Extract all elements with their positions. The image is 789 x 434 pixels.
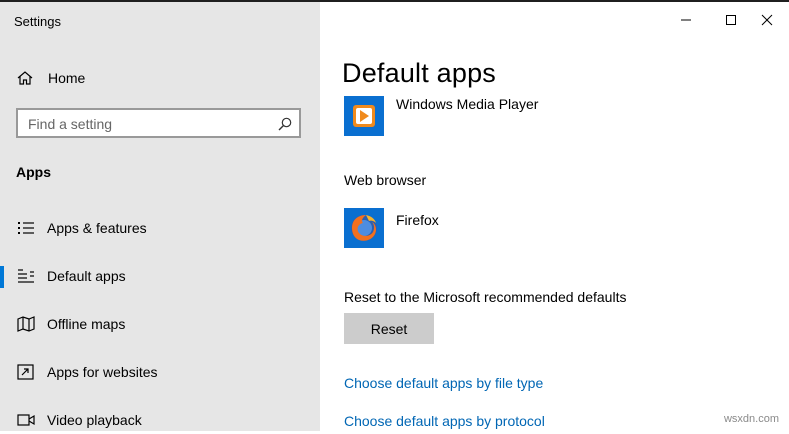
- watermark: wsxdn.com: [723, 413, 779, 425]
- home-nav-item[interactable]: Home: [16, 70, 85, 86]
- reset-label: Reset to the Microsoft recommended defau…: [344, 289, 627, 305]
- window-title: Settings: [14, 14, 61, 29]
- maximize-icon: [726, 15, 736, 25]
- reset-button[interactable]: Reset: [344, 313, 434, 344]
- close-icon: [761, 14, 773, 26]
- sidebar-item-label: Video playback: [47, 412, 142, 428]
- page-title: Default apps: [342, 58, 496, 88]
- search-box[interactable]: [16, 108, 301, 138]
- search-input[interactable]: [28, 116, 268, 132]
- sidebar-item-apps-for-websites[interactable]: Apps for websites: [0, 358, 320, 386]
- sidebar-item-offline-maps[interactable]: Offline maps: [0, 310, 320, 338]
- minimize-icon: [681, 19, 691, 21]
- choose-by-protocol-link[interactable]: Choose default apps by protocol: [344, 413, 545, 429]
- home-icon: [17, 71, 33, 85]
- firefox-icon: [344, 208, 384, 248]
- list-icon: [18, 222, 34, 234]
- video-icon: [17, 414, 35, 426]
- minimize-button[interactable]: [664, 2, 708, 38]
- windows-media-player-icon: [344, 96, 384, 136]
- choose-by-file-type-link[interactable]: Choose default apps by file type: [344, 375, 543, 391]
- close-button[interactable]: [745, 2, 789, 38]
- search-icon[interactable]: [277, 116, 293, 132]
- open-in-app-icon: [17, 364, 34, 380]
- sidebar-item-label: Apps for websites: [47, 364, 158, 380]
- section-title: Apps: [16, 164, 51, 180]
- sidebar-item-apps-features[interactable]: Apps & features: [0, 214, 320, 242]
- active-indicator: [0, 266, 4, 288]
- web-browser-selector[interactable]: Firefox: [344, 208, 644, 248]
- sidebar-item-label: Offline maps: [47, 316, 126, 332]
- sidebar: Settings Home Apps Apps & features: [0, 2, 320, 431]
- default-apps-icon: [18, 269, 34, 283]
- video-player-app-name: Windows Media Player: [396, 96, 539, 112]
- sidebar-item-video-playback[interactable]: Video playback: [0, 406, 320, 434]
- sidebar-item-default-apps[interactable]: Default apps: [0, 262, 320, 290]
- video-player-selector[interactable]: Windows Media Player: [344, 96, 644, 136]
- map-icon: [17, 316, 35, 332]
- web-browser-label: Web browser: [344, 172, 427, 188]
- sidebar-item-label: Default apps: [47, 268, 126, 284]
- home-label: Home: [48, 70, 86, 86]
- web-browser-app-name: Firefox: [396, 212, 439, 228]
- sidebar-item-label: Apps & features: [47, 220, 147, 236]
